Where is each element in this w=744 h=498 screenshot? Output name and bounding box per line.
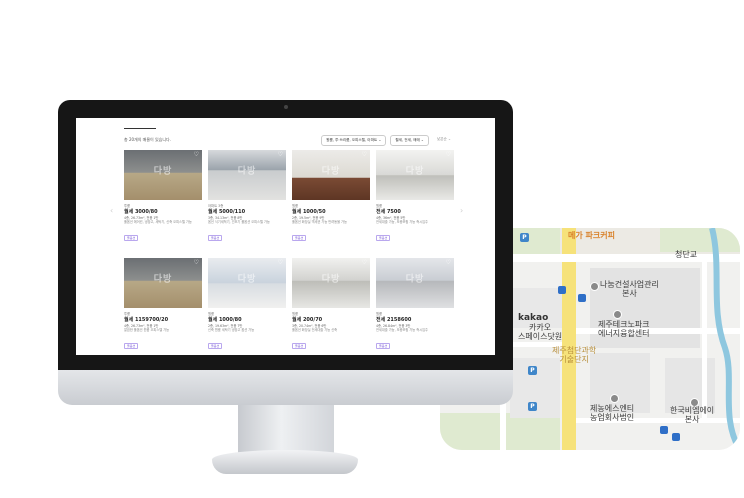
listing-desc: 풀옵션 화장실 전세대출 가능 신축 <box>292 328 338 332</box>
listing-screen: 총 20개의 매물이 있습니다. 원룸, 투·쓰리룸, 오피스텔, 아파트 ⌄ … <box>76 118 495 355</box>
parking-icon[interactable]: P <box>528 402 537 411</box>
map-label-complex: 제주첨단과학 기술단지 <box>552 346 597 364</box>
poi-marker[interactable] <box>613 310 622 319</box>
bus-stop-icon[interactable] <box>660 426 668 434</box>
listing-desc: 전세대출 가능, 보증보험 가능 즉시입주 <box>376 328 428 332</box>
listing-desc: 전세대출 가능, 보증보험 가능 즉시입주 <box>376 220 428 224</box>
parking-icon[interactable]: P <box>528 366 537 375</box>
monitor-stand-neck <box>238 405 334 453</box>
heart-icon[interactable]: ♡ <box>278 152 283 158</box>
listing-card[interactable]: 다방 ♡ 원룸 전세 2158600 4층, 26.84m², 전용 3만 전세대… <box>376 258 454 355</box>
filter-room-type[interactable]: 원룸, 투·쓰리룸, 오피스텔, 아파트 ⌄ <box>321 135 387 146</box>
listing-badge: 풀옵션 <box>208 343 223 349</box>
kakao-logo-text: kakao <box>518 313 549 323</box>
listing-desc: 옵션 식기세척기, 건조기 풀옵션 오피스텔 가능 <box>208 220 270 224</box>
listing-price: 월세 200/70 <box>292 317 323 323</box>
map-label-building1: 나눔건설사업관리 본사 <box>600 280 659 298</box>
monitor-bezel: 총 20개의 매물이 있습니다. 원룸, 투·쓰리룸, 오피스텔, 아파트 ⌄ … <box>58 100 513 370</box>
listing-card[interactable]: 다방 ♡ 투룸 월세 1159700/20 4층, 26.73m², 전용 1만 … <box>124 258 202 355</box>
listing-tag: 원룸 <box>376 204 383 208</box>
bus-stop-icon[interactable] <box>578 294 586 302</box>
map-label-building4: 한국비엠에이 본사 <box>670 406 715 424</box>
listing-card[interactable]: 다방 ♡ 아파트 3층 월세 5000/110 3층, 34.13m², 전용 8… <box>208 150 286 248</box>
listing-tag: 투룸 <box>124 204 131 208</box>
kakao-place[interactable]: kakao 카카오 스페이스닷원 <box>518 313 563 342</box>
poi-marker[interactable] <box>610 394 619 403</box>
listing-tag: 투룸 <box>124 312 131 316</box>
poi-marker[interactable] <box>590 282 599 291</box>
heart-icon[interactable]: ♡ <box>194 260 199 266</box>
listing-badge: 풀옵션 <box>292 343 307 349</box>
listing-badge: 풀옵션 <box>208 235 223 241</box>
listing-price: 월세 5000/110 <box>208 209 246 215</box>
parking-icon[interactable]: P <box>520 233 529 242</box>
listing-photo: 다방 ♡ <box>292 258 370 308</box>
listing-tag: 원룸 <box>292 204 299 208</box>
heart-icon[interactable]: ♡ <box>446 260 451 266</box>
bus-stop-icon[interactable] <box>558 286 566 294</box>
listing-grid: 다방 ♡ 투룸 월세 3000/80 4층, 26.73m², 전용 1만 풀옵션… <box>124 150 454 355</box>
map-label-cafe: 메가 파크커피 <box>568 231 615 240</box>
listing-photo: 다방 ♡ <box>124 258 202 308</box>
listing-tag: 원룸 <box>292 312 299 316</box>
map-label-building2: 제주테크노파크 에너지융합센터 <box>598 320 650 338</box>
listing-badge: 풀옵션 <box>124 343 139 349</box>
listing-card[interactable]: 다방 ♡ 원룸 월세 1000/50 2층, 19.5m², 전용 9만 풀옵션 … <box>292 150 370 248</box>
listing-tag: 원룸 <box>208 312 215 316</box>
prev-arrow-icon[interactable]: ‹ <box>110 206 113 215</box>
listing-photo: 다방 ♡ <box>292 150 370 200</box>
map-label-bridge: 청단교 <box>675 250 698 259</box>
listing-badge: 풀옵션 <box>124 235 139 241</box>
listing-badge: 풀옵션 <box>292 235 307 241</box>
listing-desc: 풀옵션 에어컨, 냉장고, 세탁기, 신축 오피스텔 가능 <box>124 220 192 224</box>
listing-card[interactable]: 다방 ♡ 원룸 월세 200/70 3층, 20.74m², 전용 6만 풀옵션 … <box>292 258 370 355</box>
listing-price: 월세 1000/50 <box>292 209 326 215</box>
listing-badge: 풀옵션 <box>376 343 391 349</box>
tab-indicator <box>124 128 156 129</box>
listing-price: 월세 3000/80 <box>124 209 158 215</box>
camera-icon <box>284 105 288 109</box>
listing-desc: 풀옵션 화장실 역세권 가능 반려동물 가능 <box>292 220 347 224</box>
heart-icon[interactable]: ♡ <box>446 152 451 158</box>
listing-desc: 신축 원룸 세탁기 냉장고 옵션 가능 <box>208 328 255 332</box>
heart-icon[interactable]: ♡ <box>194 152 199 158</box>
listing-photo: 다방 ♡ <box>208 150 286 200</box>
heart-icon[interactable]: ♡ <box>278 260 283 266</box>
heart-icon[interactable]: ♡ <box>362 152 367 158</box>
listing-badge: 풀옵션 <box>376 235 391 241</box>
filter-deal-type[interactable]: 월세, 전세, 매매 ⌄ <box>390 135 429 146</box>
filter-sort[interactable]: 낮은순 ⌄ <box>433 135 455 146</box>
listing-card[interactable]: 다방 ♡ 원룸 월세 1000/80 2층, 19.63m², 전용 7만 신축 … <box>208 258 286 355</box>
listing-card[interactable]: 다방 ♡ 투룸 월세 3000/80 4층, 26.73m², 전용 1만 풀옵션… <box>124 150 202 248</box>
listing-price: 월세 1000/80 <box>208 317 242 323</box>
listing-tag: 아파트 3층 <box>208 204 224 208</box>
heart-icon[interactable]: ♡ <box>362 260 367 266</box>
monitor-stand-base <box>212 450 358 474</box>
bus-stop-icon[interactable] <box>672 433 680 441</box>
next-arrow-icon[interactable]: › <box>460 206 463 215</box>
listing-desc: 깔끔한 풀옵션 원룸 오피스텔 가능 <box>124 328 170 332</box>
listing-photo: 다방 ♡ <box>208 258 286 308</box>
listing-card[interactable]: 다방 ♡ 원룸 전세 7500 4층, 36m², 전용 5만 전세대출 가능, … <box>376 150 454 248</box>
map-label-building3: 제농에스엔티 농업회사법인 <box>590 404 635 422</box>
listing-tag: 원룸 <box>376 312 383 316</box>
monitor-chin <box>58 370 513 405</box>
listing-price: 전세 2158600 <box>376 317 412 323</box>
listing-photo: 다방 ♡ <box>376 150 454 200</box>
result-count: 총 20개의 매물이 있습니다. <box>124 137 171 142</box>
listing-photo: 다방 ♡ <box>124 150 202 200</box>
listing-price: 월세 1159700/20 <box>124 317 169 323</box>
map-label-kakao: 카카오 스페이스닷원 <box>518 323 563 341</box>
listing-photo: 다방 ♡ <box>376 258 454 308</box>
listing-price: 전세 7500 <box>376 209 401 215</box>
filter-bar: 원룸, 투·쓰리룸, 오피스텔, 아파트 ⌄ 월세, 전세, 매매 ⌄ 낮은순 … <box>321 135 455 146</box>
